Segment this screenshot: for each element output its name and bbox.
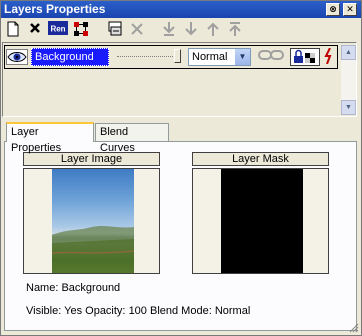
- delete-disabled-icon[interactable]: [128, 21, 146, 39]
- layer-thumbnail-image: [52, 169, 134, 273]
- tab-panel-layer-properties: Layer Image Layer Mask Name: Background …: [4, 141, 357, 331]
- move-down-icon[interactable]: [182, 21, 200, 39]
- rename-layer-icon[interactable]: Ren: [48, 21, 68, 39]
- visibility-eye-icon[interactable]: [6, 49, 28, 65]
- info-status-row: Visible: Yes Opacity: 100 Blend Mode: No…: [26, 305, 250, 317]
- layer-list-scrollbar[interactable]: ▲ ▼: [341, 45, 356, 115]
- merge-icon[interactable]: [106, 21, 124, 39]
- lock-transparency-icon[interactable]: [290, 48, 320, 66]
- opacity-label: Opacity:: [85, 305, 126, 317]
- close-button[interactable]: ✕: [343, 3, 357, 16]
- layer-name-label[interactable]: Background: [31, 48, 109, 66]
- blend-mode-value: Normal: [192, 51, 228, 63]
- opacity-slider-track: [117, 56, 179, 59]
- blend-mode-info-value: Normal: [214, 305, 251, 317]
- pin-button[interactable]: ⊗: [326, 3, 340, 16]
- tab-blend-curves[interactable]: Blend Curves: [95, 123, 169, 154]
- layer-mask-fill: [221, 169, 303, 273]
- move-bottom-icon[interactable]: [160, 21, 178, 39]
- toolbar: Ren: [2, 19, 358, 41]
- blend-mode-select[interactable]: Normal ▼: [188, 48, 251, 66]
- chevron-down-icon[interactable]: ▼: [235, 49, 250, 65]
- name-value: Background: [61, 282, 121, 294]
- arrange-icon[interactable]: [72, 21, 90, 39]
- link-icon[interactable]: [256, 48, 286, 66]
- opacity-value: 100: [128, 305, 147, 317]
- move-top-icon[interactable]: [226, 21, 244, 39]
- svg-text:Ren: Ren: [50, 25, 65, 34]
- delete-layer-icon[interactable]: [26, 21, 44, 39]
- resize-grip-icon[interactable]: [348, 322, 359, 333]
- scroll-up-icon[interactable]: ▲: [341, 45, 356, 60]
- new-layer-icon[interactable]: [4, 21, 22, 39]
- layer-mask-label: Layer Mask: [192, 152, 329, 166]
- mask-lightning-icon[interactable]: [321, 47, 336, 66]
- title-bar[interactable]: Layers Properties ⊗ ✕: [1, 1, 361, 18]
- visible-value: Yes: [64, 305, 83, 317]
- name-label: Name:: [26, 282, 59, 294]
- tab-strip: Layer Properties Blend Curves: [4, 122, 358, 154]
- move-up-icon[interactable]: [204, 21, 222, 39]
- info-name-row: Name: Background: [26, 282, 120, 294]
- scroll-down-icon[interactable]: ▼: [341, 100, 356, 115]
- visible-label: Visible:: [26, 305, 62, 317]
- opacity-slider[interactable]: [115, 48, 183, 66]
- layer-mask-preview: [192, 168, 329, 274]
- tab-layer-properties[interactable]: Layer Properties: [6, 122, 94, 154]
- layer-image-preview: [23, 168, 160, 274]
- opacity-slider-handle[interactable]: [174, 49, 181, 63]
- blend-mode-label: Blend Mode:: [149, 305, 212, 317]
- window-title: Layers Properties: [4, 2, 106, 16]
